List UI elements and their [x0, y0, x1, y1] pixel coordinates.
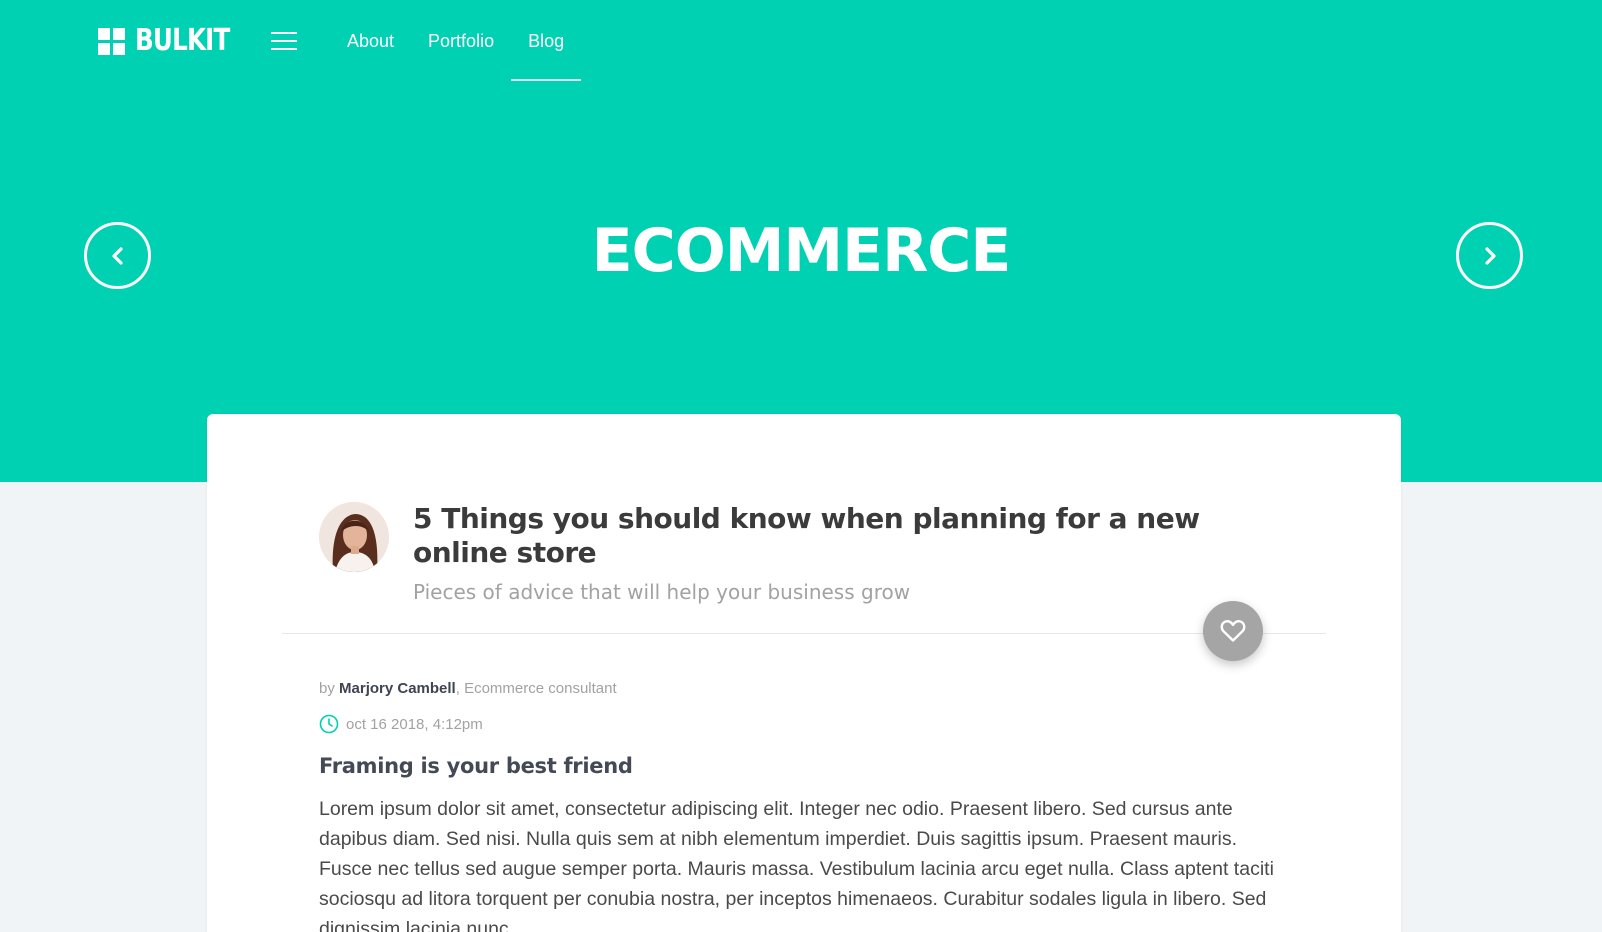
nav-link-portfolio[interactable]: Portfolio	[411, 0, 511, 82]
author-photo	[319, 502, 389, 572]
divider	[282, 633, 1326, 634]
clock-icon	[319, 714, 339, 734]
byline: by Marjory Cambell, Ecommerce consultant	[319, 680, 617, 697]
date-text: oct 16 2018, 4:12pm	[346, 715, 483, 733]
grid-logo-icon	[98, 27, 125, 55]
post-body: Lorem ipsum dolor sit amet, consectetur …	[319, 798, 1274, 932]
chevron-right-icon	[1484, 246, 1496, 265]
nav-link-blog[interactable]: Blog	[511, 0, 582, 82]
author-name[interactable]: Marjory Cambell	[339, 680, 456, 697]
post-card: 5 Things you should know when planning f…	[207, 414, 1401, 932]
navbar: BULKIT About Portfolio Blog	[0, 0, 1602, 82]
section-heading: Framing is your best friend	[319, 754, 633, 778]
brand-name: BULKIT	[135, 23, 230, 58]
post-subtitle: Pieces of advice that will help your bus…	[413, 580, 911, 604]
avatar	[319, 502, 389, 572]
byline-prefix: by	[319, 680, 335, 697]
post-date: oct 16 2018, 4:12pm	[319, 714, 483, 734]
hero-banner: BULKIT About Portfolio Blog ECOMMERCE	[0, 0, 1602, 482]
hamburger-icon[interactable]	[271, 32, 297, 50]
like-button[interactable]	[1203, 601, 1263, 661]
hero-title: ECOMMERCE	[591, 216, 1012, 286]
heart-icon	[1220, 619, 1246, 642]
next-button[interactable]	[1456, 222, 1523, 289]
post-title: 5 Things you should know when planning f…	[413, 502, 1200, 569]
nav-links: About Portfolio Blog	[330, 0, 582, 82]
brand-logo[interactable]: BULKIT	[98, 26, 250, 56]
author-role: , Ecommerce consultant	[455, 680, 617, 697]
nav-link-about[interactable]: About	[330, 0, 411, 82]
